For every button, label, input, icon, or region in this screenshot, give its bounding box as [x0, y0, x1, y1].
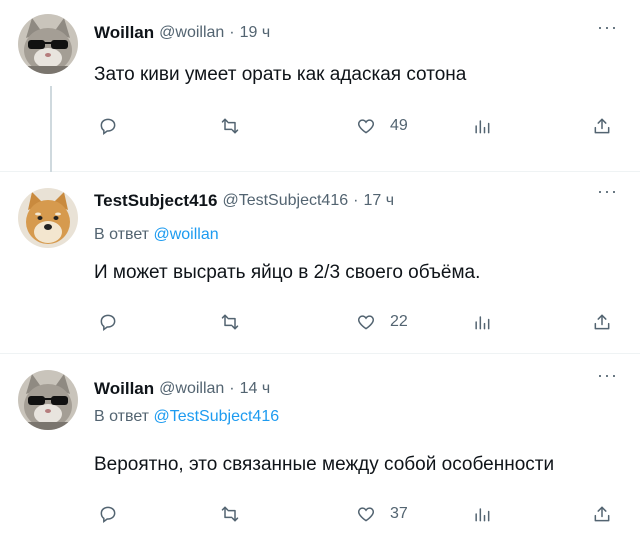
reply-icon	[100, 118, 116, 135]
reply-icon	[100, 314, 116, 331]
author-name[interactable]: TestSubject416	[94, 191, 217, 211]
like-button[interactable]: 37	[356, 502, 408, 526]
author-handle[interactable]: @TestSubject416	[222, 192, 348, 210]
avatar[interactable]	[18, 370, 78, 430]
reply-to-prefix: В ответ	[94, 226, 150, 243]
tweet-text: Вероятно, это связанные между собой особ…	[94, 454, 555, 475]
tweet-text: И может высрать яйцо в 2/3 своего объёма…	[94, 262, 481, 283]
share-icon	[594, 314, 610, 330]
tweet-header: TestSubject416 @TestSubject416 · 17 ч	[94, 190, 394, 212]
avatar[interactable]	[18, 14, 78, 74]
tweet-time[interactable]: 14 ч	[240, 380, 271, 398]
reply-button[interactable]	[98, 114, 118, 138]
tweet[interactable]: TestSubject416 @TestSubject416 · 17 ч ··…	[0, 172, 640, 354]
separator-dot: ·	[229, 380, 235, 397]
tweet-actions: 37	[94, 502, 614, 526]
tweet-header: Woillan @woillan · 19 ч	[94, 22, 270, 44]
share-button[interactable]	[592, 502, 612, 526]
separator-dot: ·	[353, 192, 359, 209]
like-icon	[357, 119, 375, 134]
reply-button[interactable]	[98, 502, 118, 526]
like-button[interactable]: 22	[356, 310, 408, 334]
reply-to-prefix: В ответ	[94, 408, 150, 425]
tweet[interactable]: Woillan @woillan · 14 ч ··· В ответ @Tes…	[0, 354, 640, 542]
retweet-icon	[221, 506, 239, 522]
share-icon	[594, 118, 610, 134]
author-handle[interactable]: @woillan	[159, 24, 224, 42]
author-name[interactable]: Woillan	[94, 379, 154, 399]
retweet-button[interactable]	[220, 114, 240, 138]
like-button[interactable]: 49	[356, 114, 408, 138]
stats-icon	[475, 508, 490, 522]
reply-to-line: В ответ @TestSubject416	[94, 408, 279, 426]
share-button[interactable]	[592, 114, 612, 138]
more-options-icon[interactable]: ···	[597, 182, 618, 200]
stats-icon	[475, 316, 490, 330]
tweet-actions: 22	[94, 310, 614, 334]
share-icon	[594, 506, 610, 522]
analytics-button[interactable]	[472, 114, 492, 138]
more-options-icon[interactable]: ···	[597, 366, 618, 384]
tweet[interactable]: Woillan @woillan · 19 ч ··· Зато киви ум…	[0, 0, 640, 172]
separator-dot: ·	[229, 24, 235, 41]
reply-to-line: В ответ @woillan	[94, 226, 219, 244]
share-button[interactable]	[592, 310, 612, 334]
like-icon	[357, 315, 375, 330]
tweet-actions: 49	[94, 114, 614, 138]
reply-to-mention[interactable]: @woillan	[153, 226, 218, 243]
avatar[interactable]	[18, 188, 78, 248]
stats-icon	[475, 120, 490, 134]
like-count: 22	[390, 313, 408, 330]
retweet-button[interactable]	[220, 502, 240, 526]
reply-to-mention[interactable]: @TestSubject416	[153, 408, 279, 425]
analytics-button[interactable]	[472, 502, 492, 526]
retweet-icon	[221, 118, 239, 134]
thread-connector-line	[50, 86, 52, 172]
author-handle[interactable]: @woillan	[159, 380, 224, 398]
like-count: 37	[390, 505, 408, 522]
tweet-text: Зато киви умеет орать как адаская сотона	[94, 64, 467, 85]
more-options-icon[interactable]: ···	[597, 18, 618, 36]
author-name[interactable]: Woillan	[94, 23, 154, 43]
like-count: 49	[390, 117, 408, 134]
tweet-time[interactable]: 19 ч	[240, 24, 271, 42]
reply-icon	[100, 506, 116, 523]
retweet-button[interactable]	[220, 310, 240, 334]
retweet-icon	[221, 314, 239, 330]
reply-button[interactable]	[98, 310, 118, 334]
tweet-header: Woillan @woillan · 14 ч	[94, 378, 270, 400]
like-icon	[357, 507, 375, 522]
analytics-button[interactable]	[472, 310, 492, 334]
tweet-time[interactable]: 17 ч	[363, 192, 394, 210]
